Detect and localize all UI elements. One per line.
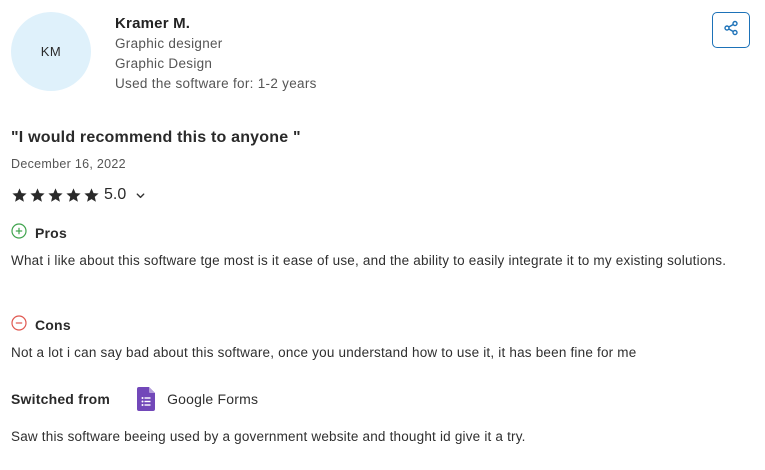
- cons-label: Cons: [35, 317, 71, 333]
- rating-summary[interactable]: 5.0: [11, 185, 146, 205]
- star-icon: [11, 187, 28, 204]
- star-icon: [65, 187, 82, 204]
- pros-label: Pros: [35, 225, 67, 241]
- star-rating: [11, 187, 100, 204]
- share-button[interactable]: [712, 12, 750, 48]
- reviewer-name: Kramer M.: [115, 15, 191, 32]
- pros-heading: Pros: [11, 222, 67, 244]
- star-icon: [29, 187, 46, 204]
- reviewer-role: Graphic designer: [115, 36, 223, 51]
- pros-text: What i like about this software tge most…: [11, 253, 727, 268]
- cons-heading: Cons: [11, 314, 71, 336]
- share-icon: [723, 20, 739, 41]
- google-forms-icon: [137, 387, 156, 411]
- switch-reason: Saw this software beeing used by a gover…: [11, 429, 526, 444]
- switched-from: Switched from Google Forms: [11, 387, 258, 411]
- minus-circle-icon: [11, 314, 27, 336]
- cons-text: Not a lot i can say bad about this softw…: [11, 345, 637, 360]
- rating-score: 5.0: [104, 186, 127, 203]
- reviewer-industry: Graphic Design: [115, 56, 213, 71]
- switched-from-product: Google Forms: [167, 391, 259, 407]
- chevron-down-icon[interactable]: [135, 190, 146, 201]
- switched-from-label: Switched from: [11, 391, 111, 407]
- plus-circle-icon: [11, 222, 27, 244]
- reviewer-usage: Used the software for: 1-2 years: [115, 76, 317, 91]
- review-title: "I would recommend this to anyone ": [11, 129, 301, 146]
- reviewer-info: Kramer M. Graphic designer Graphic Desig…: [115, 14, 317, 94]
- avatar-initials: KM: [40, 44, 62, 59]
- star-icon: [47, 187, 64, 204]
- star-icon: [83, 187, 100, 204]
- avatar: KM: [11, 12, 91, 91]
- review-date: December 16, 2022: [11, 157, 126, 171]
